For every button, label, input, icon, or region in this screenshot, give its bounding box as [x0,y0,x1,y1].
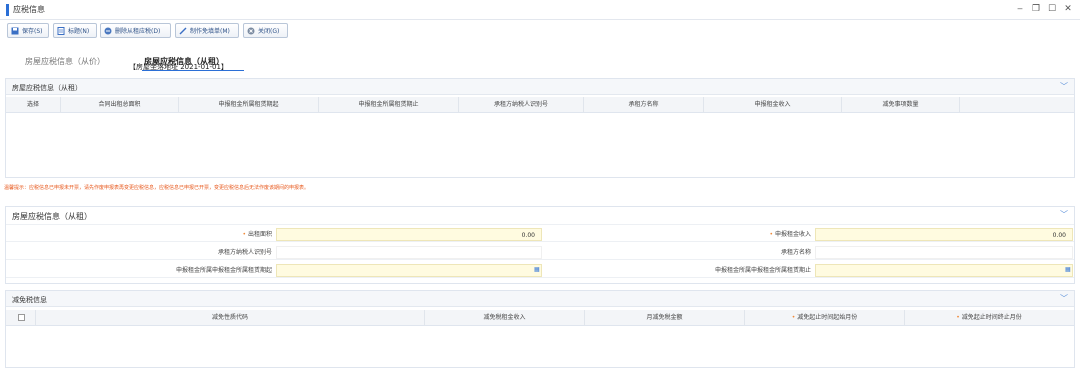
rent-records-header[interactable]: 房屋应税信息（从租） ﹀ [6,79,1074,95]
panel-title: 房屋应税信息（从租） [12,84,82,92]
close-icon[interactable]: ✕ [1062,3,1074,15]
toolbar: 保存(S) 标题(N) 删除从租应税(D) 制作免填单(M) 关闭(G) [0,22,1080,40]
calendar-icon[interactable]: ▦ [1065,266,1071,273]
rent-records-header-row: 选择 合同出租总面积 申报租金所属租赁期起 申报租金所属租赁期止 承租方纳税人识… [6,97,1074,113]
tenant-id-input[interactable] [276,246,542,259]
tenant-name-input[interactable] [815,246,1073,259]
column-header[interactable]: 减免事项数量 [842,97,960,113]
rent-detail-panel: 房屋应税信息（从租） ﹀ • 出租面积 0.00 • 申报租金收入 0.00 承租方… [5,206,1075,284]
select-all-cell [6,310,36,326]
column-header[interactable]: 合同出租总面积 [61,97,179,113]
minimize-icon[interactable]: ‒ [1014,3,1026,15]
column-header[interactable]: 申报租金所属租赁期止 [319,97,459,113]
tenant-name-label: 承租方名称 [780,249,811,256]
chevron-down-icon[interactable]: ﹀ [1060,293,1068,304]
income-label: 申报租金收入 [774,231,811,238]
delete-icon [104,27,112,35]
column-header[interactable]: 减免性质代码 [36,310,425,326]
column-header[interactable]: • 减免起止时间起始月份 [745,310,905,326]
form-row: • 出租面积 0.00 • 申报租金收入 0.00 [6,227,1074,242]
form-row: 申报租金所属申报租金所属租赁期起 ▦ 申报租金所属申报租金所属租赁期止 ▦ [6,263,1074,278]
delete-rent-tax-button[interactable]: 删除从租应税(D) [100,23,171,38]
tenant-id-label: 承租方纳税人识别号 [217,249,272,256]
chevron-down-icon[interactable]: ﹀ [1060,209,1068,220]
form-row: 承租方纳税人识别号 承租方名称 [6,245,1074,260]
tax-relief-header-row: 减免性质代码 减免税租金收入 月减免税金额 • 减免起止时间起始月份 • 减免起止时… [6,310,1074,326]
column-header[interactable]: 申报租金所属租赁期起 [179,97,319,113]
rent-detail-header[interactable]: 房屋应税信息（从租） ﹀ [6,207,1074,225]
calendar-icon[interactable]: ▦ [534,266,540,273]
window-titlebar: 应税信息 ‒ ❐ ☐ ✕ [0,0,1080,20]
doc-icon [57,26,65,35]
column-header[interactable]: 承租方纳税人识别号 [459,97,584,113]
column-header[interactable]: 月减免税金额 [585,310,745,326]
save-button[interactable]: 保存(S) [7,23,49,38]
rent-records-panel: 房屋应税信息（从租） ﹀ 选择 合同出租总面积 申报租金所属租赁期起 申报租金所… [5,78,1075,178]
panel-title: 减免税信息 [12,296,47,304]
column-header[interactable]: 选择 [6,97,61,113]
column-header[interactable]: • 减免起止时间终止月份 [905,310,1073,326]
close-circle-icon [247,27,255,35]
panel-title: 房屋应税信息（从租） [12,212,92,221]
address-overlay-text: 【房屋坐落地址 2021-01-01】 [129,63,228,71]
rent-area-input[interactable]: 0.00 [276,228,542,241]
period-start-input[interactable] [276,264,542,277]
rent-income-input[interactable]: 0.00 [815,228,1073,241]
select-all-checkbox[interactable] [18,314,25,321]
column-header-label: 减免起止时间起始月份 [797,314,858,321]
make-form-button[interactable]: 制作免填单(M) [175,23,239,38]
restore-icon[interactable]: ❐ [1030,3,1042,15]
field-label: • 出租面积 [242,231,272,238]
title-button[interactable]: 标题(N) [53,23,97,38]
period-end-label: 申报租金所属申报租金所属租赁期止 [714,267,811,274]
tab-price-based[interactable]: 房屋应税信息（从价） [25,56,105,67]
column-header[interactable]: 申报租金收入 [704,97,842,113]
close-button[interactable]: 关闭(G) [243,23,288,38]
tax-relief-panel: 减免税信息 ﹀ 减免性质代码 减免税租金收入 月减免税金额 • 减免起止时间起始月… [5,290,1075,368]
period-end-input[interactable] [815,264,1073,277]
column-header-label: 减免起止时间终止月份 [961,314,1022,321]
field-label: • 申报租金收入 [769,231,811,238]
column-header[interactable]: 承租方名称 [584,97,704,113]
delete-rent-tax-label: 删除从租应税(D) [115,28,161,35]
column-header[interactable]: 减免税租金收入 [425,310,585,326]
window-title: 应税信息 [13,5,45,14]
edit-icon [179,27,187,35]
maximize-icon[interactable]: ☐ [1046,3,1058,15]
title-button-label: 标题(N) [68,28,90,35]
area-label: 出租面积 [247,231,272,238]
close-button-label: 关闭(G) [258,28,280,35]
warning-tip: 温馨提示：应税信息已申报未开票，请先作废申报表再变更应税信息，应税信息已申报已开… [4,185,310,191]
tax-relief-header[interactable]: 减免税信息 ﹀ [6,291,1074,307]
make-form-label: 制作免填单(M) [190,28,230,35]
save-icon [11,27,19,35]
save-button-label: 保存(S) [22,28,43,35]
title-accent-bar [6,4,9,16]
period-start-label: 申报租金所属申报租金所属租赁期起 [175,267,272,274]
chevron-down-icon[interactable]: ﹀ [1060,81,1068,92]
